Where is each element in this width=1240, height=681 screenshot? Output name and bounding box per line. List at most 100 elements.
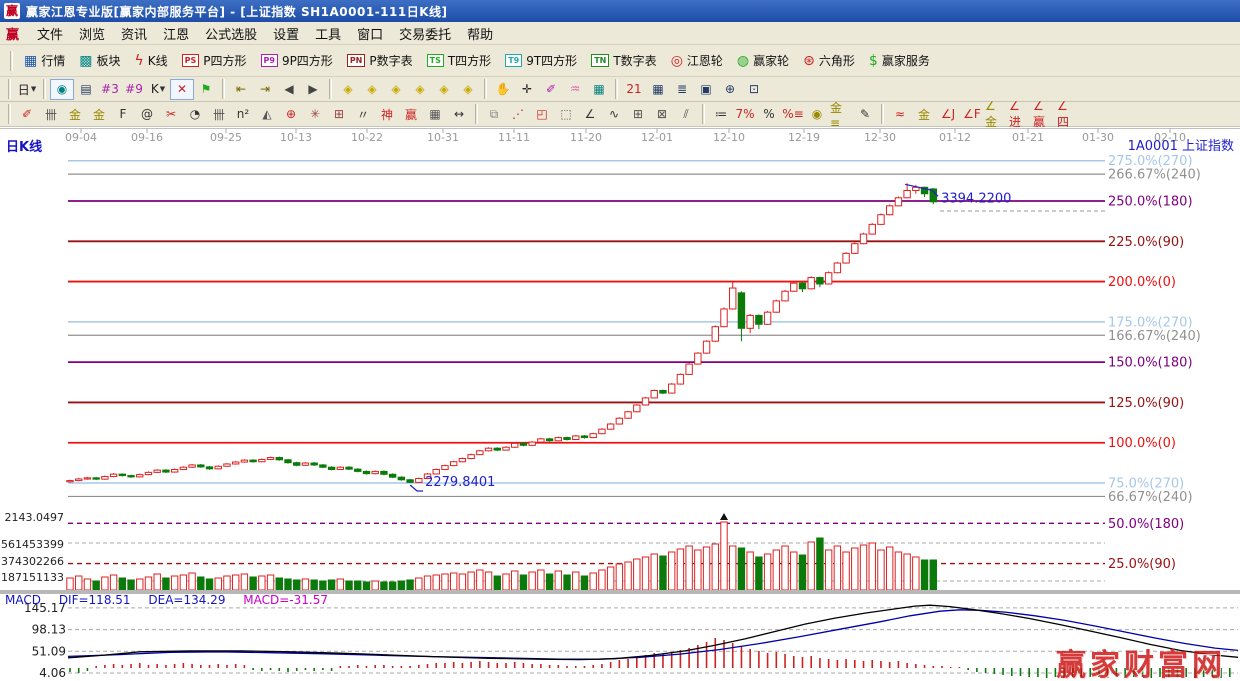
t-square-button[interactable]: TST四方形 <box>420 50 499 71</box>
menu-item-文件[interactable]: 文件 <box>29 26 71 45</box>
tool-spiral[interactable]: @ <box>135 104 159 125</box>
chart-area[interactable]: 09-0409-1609-2510-1310-2210-3111-1111-20… <box>0 127 1240 681</box>
p-square-button[interactable]: PSP四方形 <box>175 50 254 71</box>
tool-zigzag[interactable]: ∿ <box>602 104 626 125</box>
diamond-cross-button[interactable]: ◈ <box>432 79 456 100</box>
tool-time-cycle[interactable]: ◔ <box>183 104 207 125</box>
diamond-right-button[interactable]: ◈ <box>360 79 384 100</box>
macd-indicator-name[interactable]: MACD <box>5 593 41 607</box>
tool-percent[interactable]: % <box>757 104 781 125</box>
hand-tool-button[interactable]: ✋ <box>491 79 515 100</box>
menu-item-交易委托[interactable]: 交易委托 <box>391 26 459 45</box>
menu-item-窗口[interactable]: 窗口 <box>349 26 391 45</box>
tool-gann-fan-circle[interactable]: ⊕ <box>279 104 303 125</box>
tool-gold-section[interactable]: 金 <box>63 104 87 125</box>
kline-button[interactable]: ϟK线 <box>128 50 175 71</box>
p9-square-button[interactable]: P99P四方形 <box>254 50 340 71</box>
menu-item-资讯[interactable]: 资讯 <box>113 26 155 45</box>
menu-item-浏览[interactable]: 浏览 <box>71 26 113 45</box>
sectors-button[interactable]: ▩板块 <box>72 50 127 71</box>
color-flag-button[interactable]: ⚑ <box>194 79 218 100</box>
tool-fan-box[interactable]: ◰ <box>530 104 554 125</box>
stats-button[interactable]: ♒ <box>563 79 587 100</box>
tool-parallel-lines[interactable]: ⫽ <box>674 104 698 125</box>
gann-web-button[interactable]: ◉ <box>50 79 74 100</box>
tool-n-square[interactable]: n² <box>231 104 255 125</box>
menu-item-江恩[interactable]: 江恩 <box>155 26 197 45</box>
save-button[interactable]: ▣ <box>694 79 718 100</box>
tool-angle-f[interactable]: ∠F <box>960 104 984 125</box>
tool-width-measure[interactable]: ↔ <box>447 104 471 125</box>
tool-ying[interactable]: 赢 <box>399 104 423 125</box>
tool-gold-lines[interactable]: 金≡ <box>829 104 853 125</box>
gann-line-label: 125.0%(90) <box>1108 396 1184 411</box>
report-button[interactable]: ▤ <box>74 79 98 100</box>
winner-service-button[interactable]: $赢家服务 <box>862 50 937 71</box>
winner-wheel-button[interactable]: ◍赢家轮 <box>730 50 796 71</box>
tool-fibonacci[interactable]: F <box>111 104 135 125</box>
calendar-button[interactable]: 21 <box>622 79 646 100</box>
tool-price-comb[interactable]: 卌 <box>207 104 231 125</box>
tool-measure-table[interactable]: ≔ <box>709 104 733 125</box>
tool-wave[interactable]: ≈ <box>888 104 912 125</box>
tool-seven-percent[interactable]: 7% <box>733 104 757 125</box>
remote-pc-button[interactable]: ⊡ <box>742 79 766 100</box>
tool-select-box[interactable]: ⬚ <box>554 104 578 125</box>
calculator-button[interactable]: ▦ <box>646 79 670 100</box>
tool-angle-jin[interactable]: ∠进 <box>1008 104 1032 125</box>
tool-fan-lines[interactable]: ⋰ <box>506 104 530 125</box>
p-number-button[interactable]: PNP数字表 <box>340 50 420 71</box>
diamond-expand-button[interactable]: ◈ <box>384 79 408 100</box>
tool-shen[interactable]: 神 <box>375 104 399 125</box>
tool-mirror[interactable]: ◭ <box>255 104 279 125</box>
prev-button[interactable]: ◀ <box>277 79 301 100</box>
tool-gold-level[interactable]: 金 <box>912 104 936 125</box>
tool-angle-si[interactable]: ∠四 <box>1056 104 1080 125</box>
t-number-button[interactable]: TNT数字表 <box>584 50 664 71</box>
chart9-button[interactable]: #9 <box>122 79 146 100</box>
delete-drawings-button[interactable]: ✕ <box>170 79 194 100</box>
tool-percent-lines[interactable]: %≡ <box>781 104 805 125</box>
gann-wheel-button[interactable]: ◎江恩轮 <box>664 50 730 71</box>
crosshair-button[interactable]: ✛ <box>515 79 539 100</box>
hexagon-button[interactable]: ⊛六角形 <box>796 50 862 71</box>
tool-knife[interactable]: ✂ <box>159 104 183 125</box>
t9-square-button[interactable]: T99T四方形 <box>498 50 584 71</box>
menu-item-设置[interactable]: 设置 <box>265 26 307 45</box>
menu-item-帮助[interactable]: 帮助 <box>459 26 501 45</box>
next-button[interactable]: ▶ <box>301 79 325 100</box>
angle-measure-button[interactable]: ✐ <box>539 79 563 100</box>
tool-grid-arrow[interactable]: ⊠ <box>650 104 674 125</box>
tool-time-comb[interactable]: 卌 <box>39 104 63 125</box>
quotes-button[interactable]: ▦行情 <box>17 50 72 71</box>
menu-item-工具[interactable]: 工具 <box>307 26 349 45</box>
toolbar-button-label: 赢家轮 <box>753 52 789 69</box>
tool-gann-web[interactable]: ✳ <box>303 104 327 125</box>
tool-price-grid[interactable]: ▦ <box>423 104 447 125</box>
tool-angle-gold[interactable]: ∠金 <box>984 104 1008 125</box>
last-page-button[interactable]: ⇥ <box>253 79 277 100</box>
tool-quote-mark[interactable]: 〃 <box>351 104 375 125</box>
tool-brush[interactable]: ✐ <box>15 104 39 125</box>
tool-angle-si-icon: ∠四 <box>1057 99 1079 130</box>
net-sync-button[interactable]: ⊕ <box>718 79 742 100</box>
tool-gold-circle[interactable]: ◉ <box>805 104 829 125</box>
tool-grid[interactable]: ⊞ <box>626 104 650 125</box>
tool-angle-lines[interactable]: ∠ <box>578 104 602 125</box>
tool-box-frame[interactable]: ⧉ <box>482 104 506 125</box>
period-button[interactable]: 日▼ <box>15 79 39 100</box>
diamond-shrink-button[interactable]: ◈ <box>408 79 432 100</box>
menu-item-公式选股[interactable]: 公式选股 <box>197 26 265 45</box>
notepad-button[interactable]: ≣ <box>670 79 694 100</box>
diamond-left-button[interactable]: ◈ <box>336 79 360 100</box>
chart3-button[interactable]: #3 <box>98 79 122 100</box>
first-page-button[interactable]: ⇤ <box>229 79 253 100</box>
tool-gold-extension[interactable]: 金 <box>87 104 111 125</box>
candle-style-button[interactable]: K▼ <box>146 79 170 100</box>
tool-web-box[interactable]: ⊞ <box>327 104 351 125</box>
puzzle-button[interactable]: ▦ <box>587 79 611 100</box>
diamond-center-button[interactable]: ◈ <box>456 79 480 100</box>
tool-angle-ying[interactable]: ∠赢 <box>1032 104 1056 125</box>
tool-pen[interactable]: ✎ <box>853 104 877 125</box>
tool-angle-j[interactable]: ∠J <box>936 104 960 125</box>
